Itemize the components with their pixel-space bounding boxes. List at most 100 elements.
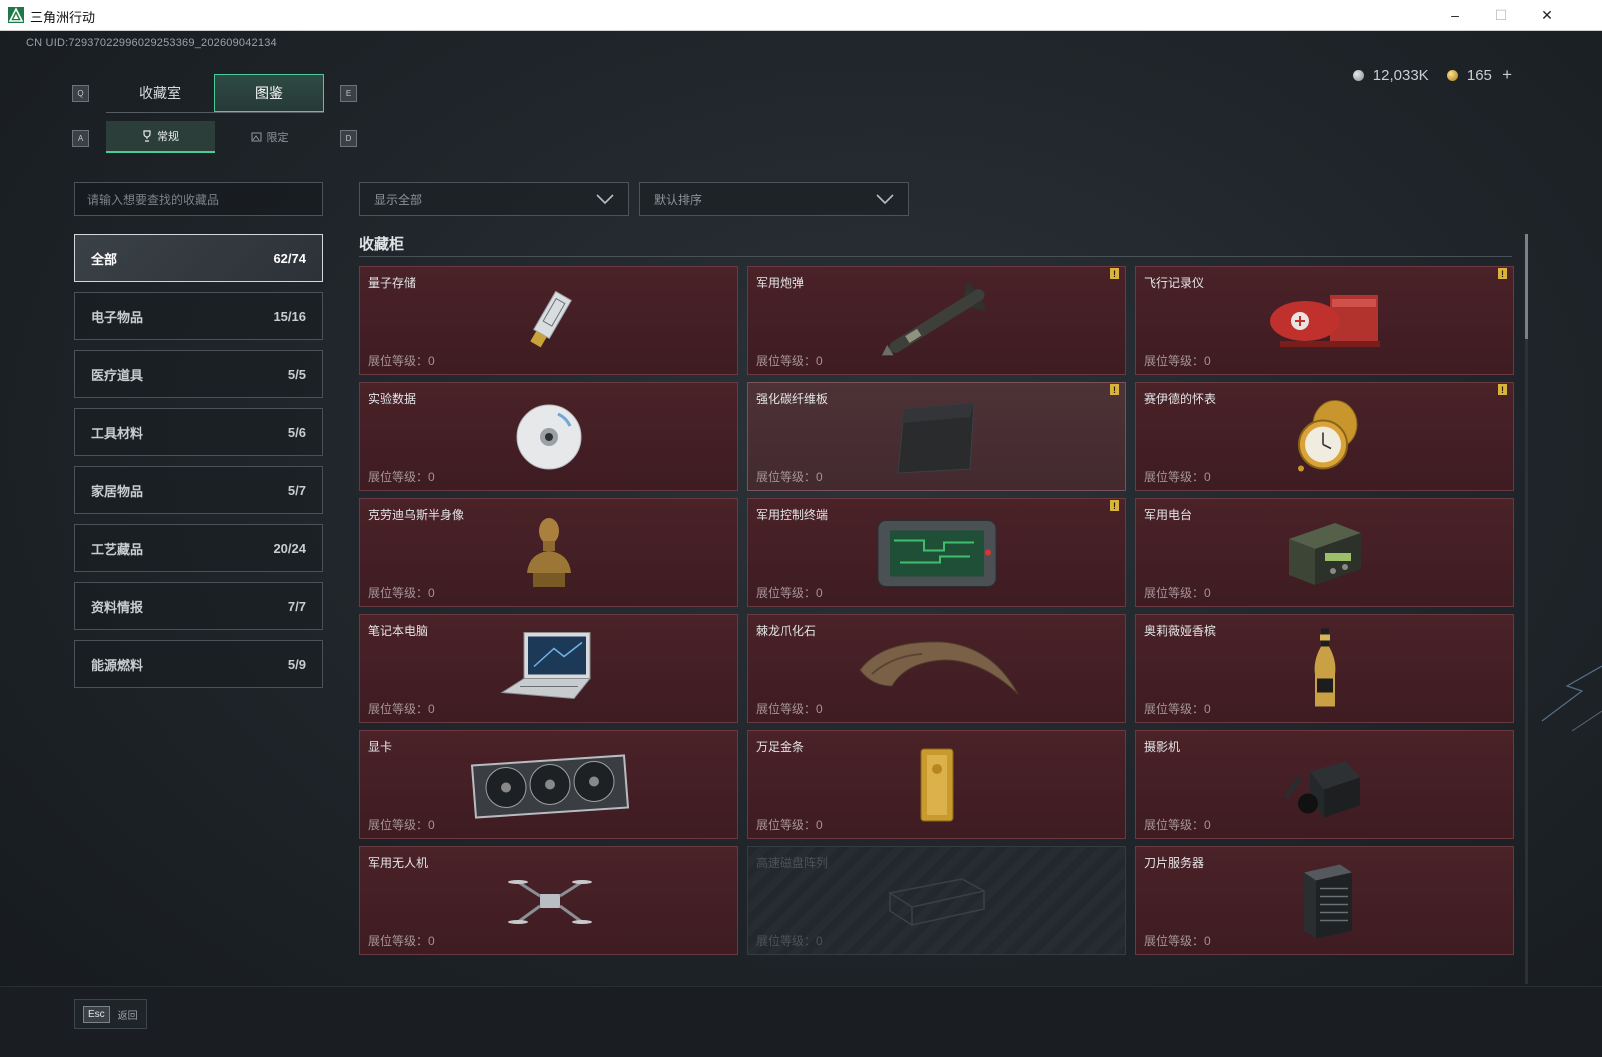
- display-filter-dropdown[interactable]: 显示全部: [359, 182, 629, 216]
- item-name: 万足金条: [756, 740, 805, 754]
- collection-item[interactable]: 军用电台 展位等级：0: [1135, 498, 1514, 607]
- item-name: 笔记本电脑: [368, 624, 429, 638]
- currency-bar: 12,033K 165 +: [1352, 65, 1512, 85]
- collection-item[interactable]: 显卡 展位等级：0: [359, 730, 738, 839]
- new-badge: !: [1110, 268, 1119, 279]
- add-coins-button[interactable]: +: [1502, 65, 1512, 84]
- blade-server-icon: [1303, 864, 1352, 938]
- sort-dropdown[interactable]: 默认排序: [639, 182, 909, 216]
- category-all[interactable]: 全部 62/74: [74, 234, 323, 282]
- category-crafts[interactable]: 工艺藏品 20/24: [74, 524, 323, 572]
- collection-item[interactable]: 军用炮弹 ! 展位等级：0: [747, 266, 1126, 375]
- new-badge: !: [1110, 384, 1119, 395]
- collection-item[interactable]: 量子存储 展位等级：0: [359, 266, 738, 375]
- category-count: 5/6: [287, 424, 306, 440]
- military-radio-icon: [1288, 522, 1361, 585]
- maximize-button[interactable]: ☐: [1478, 0, 1524, 30]
- key-hint-q: Q: [72, 85, 89, 102]
- item-level: 展位等级：0: [756, 818, 823, 832]
- category-medical[interactable]: 医疗道具 5/5: [74, 350, 323, 398]
- main-tabs: 收藏室 图鉴: [106, 74, 324, 113]
- trophy-icon: [143, 130, 151, 142]
- window-titlebar: 三角洲行动 – ☐ ✕: [0, 0, 1602, 31]
- gold-bar-icon: [920, 748, 953, 821]
- category-count: 15/16: [273, 308, 306, 324]
- back-button[interactable]: Esc 返回: [74, 999, 147, 1029]
- key-hint-a: A: [72, 130, 89, 147]
- pocket-watch-icon: [1297, 399, 1357, 471]
- category-household[interactable]: 家居物品 5/7: [74, 466, 323, 514]
- search-input[interactable]: 请输入想要查找的收藏品: [74, 182, 323, 216]
- tab-catalog[interactable]: 图鉴: [214, 74, 324, 112]
- game-screen: CN UID:7293702299602925336​9_20260904213…: [0, 31, 1602, 1056]
- collection-item[interactable]: 军用无人机 展位等级：0: [359, 846, 738, 955]
- category-energy[interactable]: 能源燃料 5/9: [74, 640, 323, 688]
- item-level: 展位等级：0: [1144, 702, 1211, 716]
- item-level: 展位等级：0: [1144, 354, 1211, 368]
- section-divider: [359, 256, 1512, 257]
- subtab-regular-label: 常规: [157, 131, 179, 143]
- key-hint-d: D: [340, 130, 357, 147]
- item-name: 摄影机: [1144, 740, 1181, 754]
- collection-item[interactable]: 笔记本电脑 展位等级：0: [359, 614, 738, 723]
- collection-item[interactable]: 实验数据 展位等级：0: [359, 382, 738, 491]
- sort-value: 默认排序: [654, 192, 703, 207]
- item-level: 展位等级：0: [756, 470, 823, 484]
- tab-collection-room[interactable]: 收藏室: [106, 74, 214, 112]
- carbon-fiber-plate-icon: [896, 401, 975, 474]
- bust-statue-icon: [526, 517, 571, 587]
- category-label: 全部: [91, 251, 118, 267]
- collection-item-locked[interactable]: 高速磁盘阵列 展位等级：0: [747, 846, 1126, 955]
- collection-item[interactable]: 摄影机 展位等级：0: [1135, 730, 1514, 839]
- collection-item[interactable]: 飞行记录仪 ! 展位等级：0: [1135, 266, 1514, 375]
- subtab-limited[interactable]: 限定: [215, 121, 324, 153]
- category-label: 医疗道具: [91, 367, 144, 383]
- item-name: 克劳迪乌斯半身像: [368, 508, 465, 522]
- category-label: 资料情报: [91, 599, 144, 615]
- collection-item[interactable]: 赛伊德的怀表 ! 展位等级：0: [1135, 382, 1514, 491]
- new-badge: !: [1498, 268, 1507, 279]
- item-name: 赛伊德的怀表: [1144, 392, 1217, 406]
- coins-amount: 165: [1466, 67, 1492, 84]
- collection-item[interactable]: 奥莉薇娅香槟 展位等级：0: [1135, 614, 1514, 723]
- item-level: 展位等级：0: [368, 470, 435, 484]
- category-electronics[interactable]: 电子物品 15/16: [74, 292, 323, 340]
- category-intel[interactable]: 资料情报 7/7: [74, 582, 323, 630]
- scrollbar-thumb[interactable]: [1525, 234, 1528, 339]
- back-label: 返回: [117, 1010, 138, 1022]
- item-name: 高速磁盘阵列: [756, 856, 829, 870]
- close-button[interactable]: ✕: [1524, 0, 1570, 30]
- item-name: 量子存储: [368, 276, 417, 290]
- collection-item[interactable]: 万足金条 展位等级：0: [747, 730, 1126, 839]
- category-tools[interactable]: 工具材料 5/6: [74, 408, 323, 456]
- item-level: 展位等级：0: [1144, 586, 1211, 600]
- item-level: 展位等级：0: [368, 934, 435, 948]
- graphics-card-icon: [470, 753, 629, 819]
- minimize-button[interactable]: –: [1432, 0, 1478, 30]
- collection-item[interactable]: 强化碳纤维板 ! 展位等级：0: [747, 382, 1126, 491]
- item-level: 展位等级：0: [756, 354, 823, 368]
- collection-item[interactable]: 军用控制终端 ! 展位等级：0: [747, 498, 1126, 607]
- scrollbar-track[interactable]: [1525, 234, 1528, 984]
- item-level: 展位等级：0: [1144, 818, 1211, 832]
- item-name: 显卡: [368, 740, 393, 754]
- category-count: 20/24: [273, 540, 306, 556]
- subtab-regular[interactable]: 常规: [106, 121, 215, 153]
- disk-array-silhouette-icon: [887, 877, 986, 926]
- silver-coin-icon: [1352, 69, 1364, 81]
- usb-drive-icon: [529, 290, 572, 347]
- credits-display: 12,033K: [1352, 67, 1429, 84]
- item-level: 展位等级：0: [368, 818, 435, 832]
- collection-item[interactable]: 克劳迪乌斯半身像 展位等级：0: [359, 498, 738, 607]
- item-name: 棘龙爪化石: [756, 624, 817, 638]
- collection-item[interactable]: 刀片服务器 展位等级：0: [1135, 846, 1514, 955]
- category-label: 家居物品: [91, 483, 144, 499]
- item-level: 展位等级：0: [368, 354, 435, 368]
- subtab-limited-label: 限定: [266, 132, 289, 144]
- window-title: 三角洲行动: [30, 10, 96, 25]
- item-level: 展位等级：0: [1144, 934, 1211, 948]
- collection-item[interactable]: 棘龙爪化石 展位等级：0: [747, 614, 1126, 723]
- fossil-claw-icon: [858, 640, 1018, 694]
- chevron-down-icon: [596, 194, 614, 204]
- category-label: 电子物品: [91, 309, 144, 325]
